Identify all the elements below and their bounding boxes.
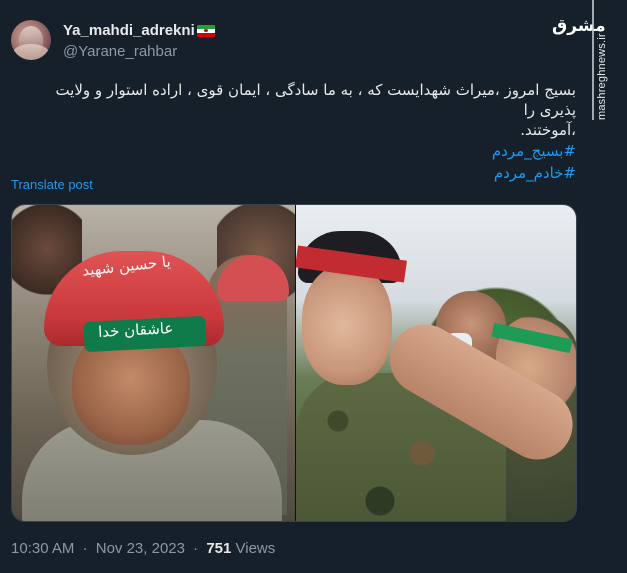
display-name-text: Ya_mahdi_adrekni [63, 22, 195, 39]
hashtag-link[interactable]: #بسیج_مردم [16, 140, 576, 162]
tweet-date[interactable]: Nov 23, 2023 [96, 540, 185, 557]
media-image[interactable]: یا حسین شهید عاشقان خدا [11, 204, 577, 522]
watermark-divider [592, 0, 594, 120]
avatar[interactable] [11, 20, 51, 60]
hashtag-link[interactable]: #خادم_مردم [16, 162, 576, 184]
views-label: Views [235, 540, 276, 557]
tweet-card: Ya_mahdi_adrekni @Yarane_rahbar بسیج امر… [0, 0, 590, 573]
translate-post-link[interactable]: Translate post [11, 177, 93, 192]
tweet-text-line-1: بسیج امروز ،میراث شهدایست که ، به ما ساد… [55, 81, 576, 119]
mashregh-logo: مشرق [552, 16, 606, 36]
photo-left: یا حسین شهید عاشقان خدا [12, 205, 295, 521]
tweet-meta: 10:30 AM · Nov 23, 2023 · 751 Views [11, 540, 275, 557]
tweet-text: بسیج امروز ،میراث شهدایست که ، به ما ساد… [16, 80, 576, 184]
user-handle[interactable]: @Yarane_rahbar [63, 43, 177, 60]
meta-separator: · [193, 540, 199, 557]
tweet-text-line-2: ،آموختند. [520, 121, 576, 139]
watermark-url: mashreghnews.ir [596, 33, 608, 120]
iran-flag-icon [196, 24, 215, 37]
display-name[interactable]: Ya_mahdi_adrekni [63, 22, 215, 39]
photo-right [296, 205, 576, 521]
views-count: 751 [206, 540, 232, 557]
tweet-time[interactable]: 10:30 AM [11, 540, 74, 557]
meta-separator: · [82, 540, 88, 557]
avatar-figure-lower [13, 44, 49, 60]
